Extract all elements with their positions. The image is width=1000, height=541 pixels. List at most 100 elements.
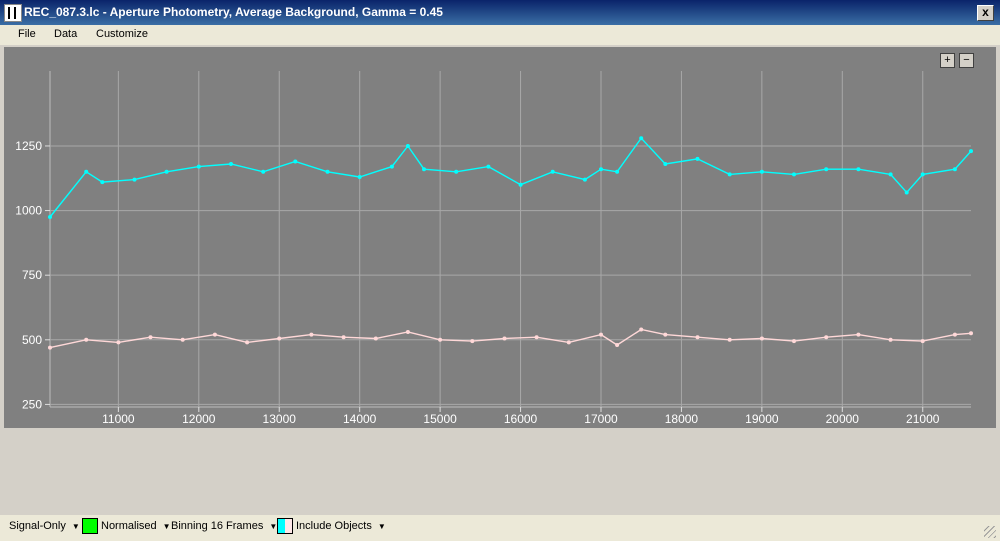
data-point (952, 167, 957, 172)
resize-grip-icon[interactable] (984, 526, 996, 538)
y-tick-label: 500 (22, 333, 42, 347)
signal-mode-label: Signal-Only (9, 520, 66, 532)
data-point (438, 337, 443, 342)
data-point (856, 332, 861, 337)
data-point (373, 336, 378, 341)
data-point (486, 164, 491, 169)
data-point (48, 215, 52, 219)
data-point (727, 172, 732, 177)
normalised-swatch-icon (82, 518, 98, 534)
binning-dropdown[interactable]: Binning 16 Frames ▼ (171, 515, 277, 537)
dropdown-arrow-icon: ▼ (71, 521, 80, 531)
data-point (792, 339, 796, 344)
x-tick-label: 19000 (745, 412, 779, 426)
title-bar: REC_087.3.lc - Aperture Photometry, Aver… (0, 0, 1000, 25)
data-point (405, 330, 410, 334)
objects-swatch-icon (277, 518, 293, 534)
status-bar: Signal-Only ▼ Normalised ▼ Binning 16 Fr… (0, 515, 1000, 541)
data-point (599, 332, 603, 337)
data-point (582, 177, 587, 182)
dropdown-arrow-icon: ▼ (162, 521, 171, 531)
data-point (759, 336, 764, 341)
data-point (920, 172, 925, 177)
data-point (904, 190, 909, 195)
data-point (888, 172, 893, 177)
data-point (952, 332, 957, 337)
data-point (534, 335, 539, 340)
data-point (824, 167, 829, 172)
data-point (454, 169, 459, 174)
data-point (824, 335, 829, 340)
x-tick-label: 15000 (423, 412, 457, 426)
menu-file[interactable]: File (18, 28, 36, 40)
data-point (212, 332, 217, 337)
data-point (84, 337, 89, 342)
data-point (550, 169, 555, 174)
app-icon (4, 4, 22, 22)
signal-mode-dropdown[interactable]: Signal-Only ▼ (9, 515, 80, 537)
data-point (84, 169, 89, 174)
data-point (405, 144, 410, 148)
data-point (180, 337, 185, 342)
binning-label: Binning 16 Frames (171, 520, 264, 532)
data-point (341, 335, 346, 340)
data-point (639, 136, 644, 141)
normalised-label: Normalised (101, 520, 157, 532)
data-point (261, 169, 266, 174)
normalised-dropdown[interactable]: Normalised ▼ (82, 515, 171, 537)
data-point (639, 327, 644, 332)
data-point (325, 169, 330, 174)
x-tick-label: 11000 (102, 412, 135, 426)
light-curve-chart[interactable]: 11000 12000 13000 14000 15000 16000 17000 18000… (4, 47, 996, 428)
series-line-1 (49, 137, 972, 218)
plot-panel: + − 11000 12000 13000 14000 15000 16000 17000 1… (4, 47, 996, 428)
data-point (969, 331, 973, 336)
data-point (164, 169, 169, 174)
data-point (695, 156, 700, 161)
y-tick-label: 1250 (15, 139, 42, 153)
include-objects-label: Include Objects (296, 520, 372, 532)
data-point (357, 175, 362, 179)
include-objects-dropdown[interactable]: Include Objects ▼ (277, 515, 386, 537)
x-tick-label: 18000 (665, 412, 699, 426)
menu-customize[interactable]: Customize (96, 28, 148, 40)
data-point (470, 339, 475, 344)
window-title: REC_087.3.lc - Aperture Photometry, Aver… (24, 5, 443, 19)
data-point (615, 169, 620, 174)
data-point (888, 337, 893, 342)
data-point (196, 164, 201, 169)
x-tick-label: 20000 (826, 412, 860, 426)
y-tick-label: 1000 (15, 204, 42, 218)
data-point (309, 332, 314, 337)
data-point (293, 159, 298, 164)
data-point (502, 336, 507, 341)
data-point (116, 340, 121, 345)
data-point (277, 336, 282, 341)
y-tick-label: 750 (22, 268, 42, 282)
y-tick-label: 250 (22, 397, 42, 411)
x-tick-label: 13000 (263, 412, 297, 426)
data-point (599, 167, 603, 172)
data-point (132, 177, 137, 182)
x-tick-label: 21000 (906, 412, 940, 426)
data-point (229, 162, 233, 166)
data-point (245, 340, 250, 345)
data-point (727, 337, 732, 342)
data-point (695, 335, 700, 340)
data-point (148, 335, 153, 340)
x-tick-label: 12000 (182, 412, 216, 426)
data-point (792, 172, 796, 177)
menu-bar: File Data Customize (0, 25, 1000, 45)
data-point (663, 162, 668, 166)
data-point (663, 332, 668, 337)
dropdown-arrow-icon: ▼ (377, 521, 386, 531)
series-line-2 (49, 328, 972, 349)
data-point (920, 339, 925, 344)
x-tick-label: 16000 (504, 412, 538, 426)
menu-data[interactable]: Data (54, 28, 77, 40)
data-point (615, 343, 620, 347)
data-point (48, 345, 52, 350)
data-point (566, 340, 571, 345)
x-tick-label: 14000 (343, 412, 377, 426)
close-button[interactable]: x (977, 5, 994, 21)
